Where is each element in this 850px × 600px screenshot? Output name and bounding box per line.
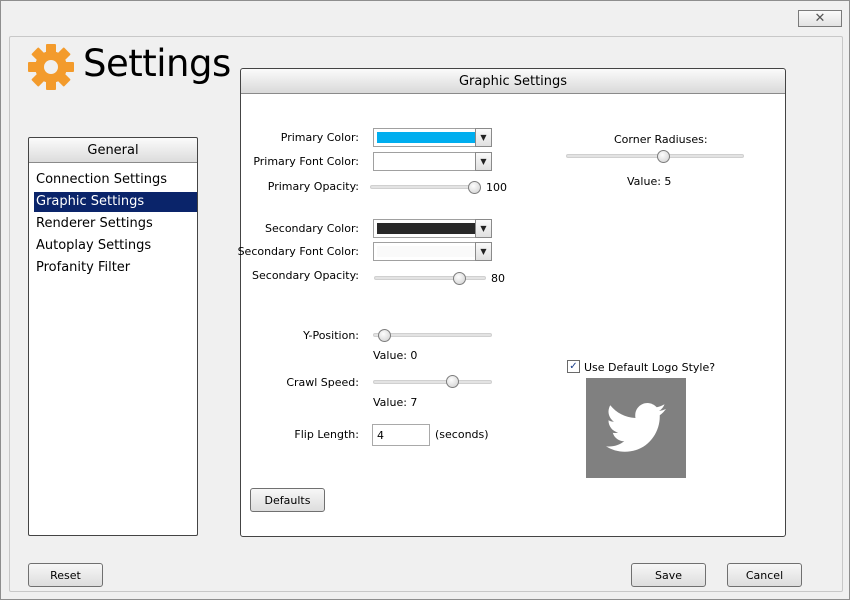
y-position-slider-thumb[interactable] [378,329,391,342]
page-title: Settings [83,42,231,85]
crawl-speed-value: Value: 7 [373,396,418,409]
chevron-down-icon: ▼ [480,157,487,166]
flip-length-unit: (seconds) [435,428,489,441]
chevron-down-icon: ▼ [480,133,487,142]
flip-length-label: Flip Length: [294,428,359,441]
y-position-label: Y-Position: [303,329,359,342]
defaults-button-label: Defaults [264,493,311,507]
y-position-value: Value: 0 [373,349,418,362]
save-button[interactable]: Save [631,563,706,587]
secondary-color-label: Secondary Color: [265,222,359,235]
crawl-speed-slider-thumb[interactable] [446,375,459,388]
twitter-bird-icon [606,403,666,452]
settings-window: ✕ Settings General Connection Settings G… [0,0,850,600]
flip-length-input[interactable] [372,424,430,446]
corner-radiuses-label: Corner Radiuses: [614,133,708,146]
secondary-font-color-swatch [377,246,488,257]
cancel-button[interactable]: Cancel [727,563,802,587]
corner-radiuses-slider-thumb[interactable] [657,150,670,163]
corner-radiuses-slider-track[interactable] [566,154,744,158]
reset-button[interactable]: Reset [28,563,103,587]
secondary-font-color-dropdown[interactable]: ▼ [475,242,492,261]
chevron-down-icon: ▼ [480,247,487,256]
primary-opacity-slider-track[interactable] [370,185,480,189]
graphic-settings-panel: Graphic Settings Primary Color: ▼ Primar… [238,68,786,537]
crawl-speed-slider-track[interactable] [373,380,492,384]
panel-title: Graphic Settings [241,69,785,94]
secondary-opacity-slider-track[interactable] [374,276,486,280]
secondary-color-swatch [377,223,488,234]
logo-preview [586,378,686,478]
secondary-opacity-value: 80 [491,272,505,285]
primary-opacity-label: Primary Opacity: [267,180,359,193]
gear-icon [28,44,74,90]
close-icon: ✕ [814,11,826,26]
use-default-logo-checkbox[interactable]: ✓ [567,360,580,373]
primary-font-color-dropdown[interactable]: ▼ [475,152,492,171]
check-icon: ✓ [569,361,578,372]
secondary-font-color-label: Secondary Font Color: [237,245,359,258]
reset-button-label: Reset [50,568,81,582]
secondary-opacity-label: Secondary Opacity: [252,269,359,282]
primary-font-color-swatch [377,156,488,167]
primary-color-dropdown[interactable]: ▼ [475,128,492,147]
secondary-color-dropdown[interactable]: ▼ [475,219,492,238]
chevron-down-icon: ▼ [480,224,487,233]
primary-opacity-value: 100 [486,181,507,194]
crawl-speed-label: Crawl Speed: [286,376,359,389]
cancel-button-label: Cancel [745,568,784,582]
primary-opacity-slider-thumb[interactable] [468,181,481,194]
primary-color-swatch [377,132,488,143]
sidebar-item-graphic-settings[interactable]: Graphic Settings [34,192,197,212]
secondary-opacity-slider-thumb[interactable] [453,272,466,285]
primary-font-color-label: Primary Font Color: [253,155,359,168]
use-default-logo-label: Use Default Logo Style? [584,361,716,374]
defaults-button[interactable]: Defaults [250,488,325,512]
close-button[interactable]: ✕ [798,10,842,27]
save-button-label: Save [654,568,682,582]
primary-color-label: Primary Color: [280,131,359,144]
corner-radiuses-value: Value: 5 [627,175,672,188]
